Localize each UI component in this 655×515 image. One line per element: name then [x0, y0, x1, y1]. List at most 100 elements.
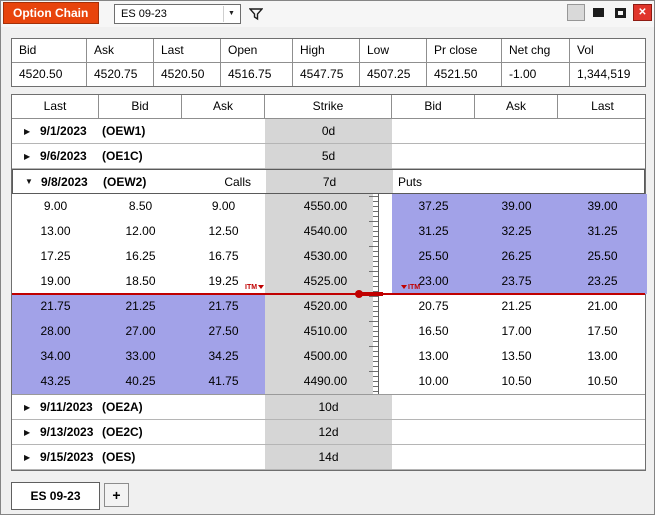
put-ask-cell[interactable]: 26.25 — [475, 244, 558, 269]
minimize-button[interactable] — [589, 4, 607, 21]
put-ask-cell[interactable]: 32.25 — [475, 219, 558, 244]
call-last-cell[interactable]: 43.25 — [12, 369, 99, 394]
itm-arrow-icon — [401, 285, 407, 290]
call-last-cell[interactable]: 21.75 — [12, 294, 99, 319]
close-button[interactable]: ✕ — [633, 4, 652, 21]
put-last-cell[interactable]: 13.00 — [558, 344, 647, 369]
quote-header-ask: Ask — [87, 39, 154, 62]
days-to-expiration: 5d — [265, 144, 392, 168]
call-last-cell[interactable]: 19.00 — [12, 269, 99, 294]
call-last-cell[interactable]: 13.00 — [12, 219, 99, 244]
symbol-dropdown-value: ES 09-23 — [121, 8, 167, 20]
chain-header-4-bid: Bid — [392, 95, 475, 118]
expiration-date: 9/11/2023 — [40, 400, 93, 414]
put-last-cell[interactable]: 25.50 — [558, 244, 647, 269]
expiration-row-9-11-2023[interactable]: ▶ 9/11/2023 (OE2A) 10d — [12, 395, 645, 420]
tab-bar: ES 09-23 + — [1, 481, 654, 514]
titlebar[interactable]: Option Chain ES 09-23 ▼ ✕ — [1, 1, 654, 27]
quote-value-open: 4516.75 — [221, 63, 293, 86]
expand-arrow-icon[interactable]: ▶ — [24, 395, 30, 419]
call-last-cell[interactable]: 34.00 — [12, 344, 99, 369]
put-last-cell[interactable]: 39.00 — [558, 194, 647, 219]
chain-header-6-last: Last — [591, 99, 614, 113]
itm-arrow-icon — [258, 285, 265, 290]
call-last-cell[interactable]: 17.25 — [12, 244, 99, 269]
put-ask-cell[interactable]: 21.25 — [475, 294, 558, 319]
call-ask-cell[interactable]: 34.25 — [182, 344, 265, 369]
add-tab-button[interactable]: + — [104, 483, 129, 507]
call-bid-cell[interactable]: 8.50 — [99, 194, 182, 219]
put-ask-cell[interactable]: 17.00 — [475, 319, 558, 344]
expiration-row-9-15-2023[interactable]: ▶ 9/15/2023 (OES) 14d — [12, 445, 645, 470]
quote-header-bid: Bid — [12, 39, 87, 62]
itm-text: ITM — [245, 284, 258, 291]
quote-value-bid: 4520.50 — [12, 63, 87, 86]
put-last-cell[interactable]: 31.25 — [558, 219, 647, 244]
itm-text: ITM — [408, 284, 421, 291]
put-last-cell[interactable]: 23.25 — [558, 269, 647, 294]
put-last-cell[interactable]: 21.00 — [558, 294, 647, 319]
expiration-row-9-13-2023[interactable]: ▶ 9/13/2023 (OE2C) 12d — [12, 420, 645, 445]
expand-arrow-icon[interactable]: ▶ — [24, 420, 30, 444]
current-price-line — [12, 293, 645, 295]
call-bid-cell[interactable]: 33.00 — [99, 344, 182, 369]
call-ask-cell[interactable]: 16.75 — [182, 244, 265, 269]
quote-header-last: Last — [154, 39, 221, 62]
call-bid-cell[interactable]: 12.00 — [99, 219, 182, 244]
maximize-button[interactable] — [611, 4, 629, 21]
chain-header-2-ask: Ask — [182, 95, 265, 118]
put-ask-cell[interactable]: 23.75 — [475, 269, 558, 294]
call-bid-cell[interactable]: 40.25 — [99, 369, 182, 394]
quote-value-high: 4547.75 — [293, 63, 360, 86]
expiration-code: (OES) — [102, 450, 136, 464]
expiration-code: (OE2C) — [102, 425, 143, 439]
call-bid-cell[interactable]: 18.50 — [99, 269, 182, 294]
expand-arrow-icon[interactable]: ▶ — [24, 119, 30, 143]
put-bid-cell[interactable]: 37.25 — [392, 194, 475, 219]
itm-label-puts: ITM — [400, 284, 420, 292]
window-controls: ✕ — [567, 4, 652, 21]
option-row: 21.75 21.25 21.75 4520.00 20.75 21.25 21.00 — [12, 294, 645, 319]
current-price-marker-bar — [361, 292, 383, 296]
call-bid-cell[interactable]: 16.25 — [99, 244, 182, 269]
maximize-icon — [614, 7, 626, 18]
call-bid-cell[interactable]: 21.25 — [99, 294, 182, 319]
call-ask-cell[interactable]: 9.00 — [182, 194, 265, 219]
symbol-dropdown[interactable]: ES 09-23 ▼ — [114, 4, 241, 24]
filter-button[interactable] — [247, 5, 265, 23]
expand-arrow-icon[interactable]: ▶ — [24, 144, 30, 168]
call-last-cell[interactable]: 9.00 — [12, 194, 99, 219]
put-ask-cell[interactable]: 13.50 — [475, 344, 558, 369]
put-bid-cell[interactable]: 16.50 — [392, 319, 475, 344]
call-ask-cell[interactable]: 21.75 — [182, 294, 265, 319]
expiration-row-9-6-2023[interactable]: ▶ 9/6/2023 (OE1C) 5d — [12, 144, 645, 169]
expiration-code: (OE2A) — [102, 400, 143, 414]
call-ask-cell[interactable]: 41.75 — [182, 369, 265, 394]
put-bid-cell[interactable]: 25.50 — [392, 244, 475, 269]
expand-arrow-icon[interactable]: ▶ — [24, 445, 30, 469]
tab-es-09-23[interactable]: ES 09-23 — [11, 482, 100, 510]
put-ask-cell[interactable]: 10.50 — [475, 369, 558, 394]
expiration-row-9-1-2023[interactable]: ▶ 9/1/2023 (OEW1) 0d — [12, 119, 645, 144]
window-extra-button[interactable] — [567, 4, 585, 21]
put-bid-cell[interactable]: 31.25 — [392, 219, 475, 244]
put-last-cell[interactable]: 17.50 — [558, 319, 647, 344]
put-bid-cell[interactable]: 10.00 — [392, 369, 475, 394]
expiration-row-9-8-2023[interactable]: ▼ 9/8/2023 (OEW2) Calls Puts 7d — [12, 169, 645, 194]
chevron-down-icon[interactable]: ▼ — [223, 6, 239, 22]
call-last-cell[interactable]: 28.00 — [12, 319, 99, 344]
put-bid-cell[interactable]: 13.00 — [392, 344, 475, 369]
call-ask-cell[interactable]: 27.50 — [182, 319, 265, 344]
chain-body: ▶ 9/1/2023 (OEW1) 0d ▶ 9/6/2023 (OE1C) 5d ▼ 9/8/2… — [12, 119, 647, 470]
put-last-cell[interactable]: 10.50 — [558, 369, 647, 394]
expiration-date: 9/15/2023 — [40, 450, 94, 464]
quote-header-low: Low — [360, 39, 427, 62]
expiration-date: 9/6/2023 — [40, 149, 87, 163]
call-ask-cell[interactable]: 12.50 — [182, 219, 265, 244]
put-bid-cell[interactable]: 20.75 — [392, 294, 475, 319]
expiration-code: (OE1C) — [102, 149, 143, 163]
put-ask-cell[interactable]: 39.00 — [475, 194, 558, 219]
call-bid-cell[interactable]: 27.00 — [99, 319, 182, 344]
close-icon: ✕ — [638, 7, 647, 18]
collapse-arrow-icon[interactable]: ▼ — [25, 170, 33, 193]
